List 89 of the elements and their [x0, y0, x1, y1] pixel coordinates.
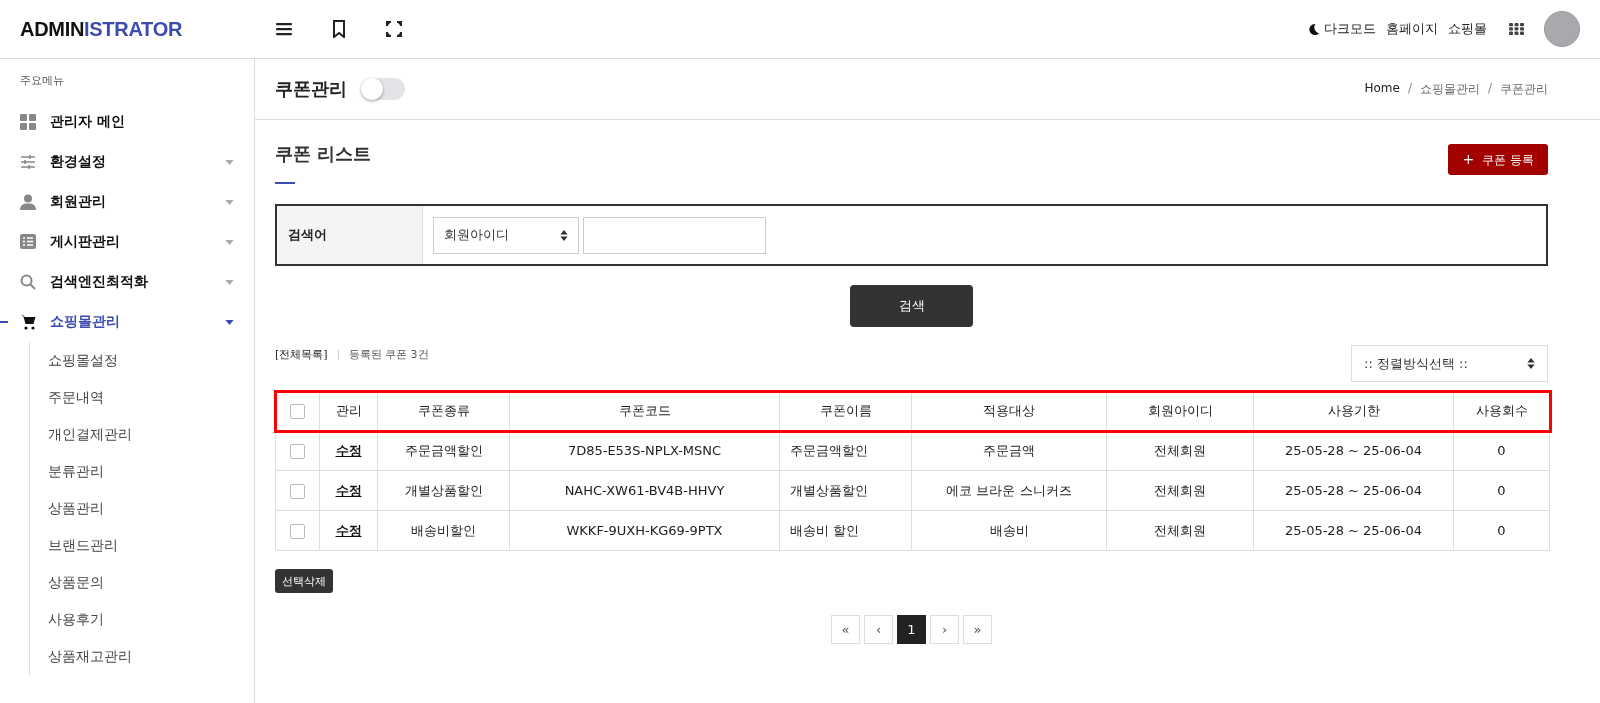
header-link[interactable]: 다크모드 [1307, 20, 1376, 38]
breadcrumb-link[interactable]: 쇼핑몰관리 [1419, 80, 1480, 98]
search-button[interactable]: 검색 [850, 285, 973, 327]
select-all-checkbox[interactable] [290, 404, 305, 419]
apps-grid-icon[interactable] [1509, 23, 1524, 35]
pagination-button[interactable]: › [930, 615, 959, 644]
sidebar-subitem[interactable]: 상품문의 [48, 564, 254, 601]
page-title: 쿠폰관리 [275, 77, 347, 101]
search-icon [20, 274, 36, 290]
sidebar-item[interactable]: 환경설정 [0, 142, 254, 182]
caret-icon [225, 199, 234, 205]
cart-icon [20, 314, 36, 330]
add-coupon-button[interactable]: + 쿠폰 등록 [1448, 144, 1548, 175]
edit-link[interactable]: 수정 [335, 482, 362, 498]
search-input[interactable] [583, 216, 766, 254]
breadcrumb-link[interactable]: Home [1364, 80, 1400, 98]
table-cell: 개별상품할인 [377, 470, 510, 511]
table-cell: 25-05-28 ~ 25-06-04 [1253, 430, 1454, 471]
table-cell: NAHC-XW61-BV4B-HHVY [509, 470, 780, 511]
table-cell: 주문금액 [911, 430, 1107, 471]
breadcrumb-link[interactable]: 쿠폰관리 [1500, 80, 1548, 98]
sidebar-subitem[interactable]: 개인결제관리 [48, 416, 254, 453]
user-icon [20, 194, 36, 210]
table-cell: 에코 브라운 스니커즈 [911, 470, 1107, 511]
caret-icon [225, 319, 234, 325]
pagination-button[interactable]: 1 [897, 615, 926, 644]
sidebar-item[interactable]: 회원관리 [0, 182, 254, 222]
header-link[interactable]: 홈페이지 [1386, 20, 1438, 38]
edit-link[interactable]: 수정 [335, 522, 362, 538]
pagination-button[interactable]: » [963, 615, 992, 644]
breadcrumb-separator: / [1407, 80, 1412, 97]
coupon-count: 등록된 쿠폰 3건 [348, 347, 429, 362]
sidebar-subitem[interactable]: 주문내역 [48, 379, 254, 416]
delete-selected-button[interactable]: 선택삭제 [275, 569, 333, 593]
fullscreen-icon[interactable] [386, 21, 402, 37]
toggle-switch[interactable] [361, 78, 405, 100]
logo-text[interactable]: ADMINISTRATOR [20, 17, 276, 41]
table-cell: 배송비할인 [377, 510, 510, 551]
caret-icon [225, 279, 234, 285]
table-cell: 0 [1453, 470, 1550, 511]
row-checkbox[interactable] [290, 483, 305, 499]
list-icon [20, 234, 36, 250]
table-cell: 개별상품할인 [779, 470, 912, 511]
bookmark-icon[interactable] [332, 20, 346, 38]
sidebar-subitem[interactable]: 쇼핑몰설정 [48, 342, 254, 379]
table-cell: 25-05-28 ~ 25-06-04 [1253, 470, 1454, 511]
search-label: 검색어 [277, 206, 423, 264]
moon-icon [1307, 22, 1320, 36]
sidebar-subitem[interactable]: 사용후기 [48, 601, 254, 638]
sidebar-subitem[interactable]: 상품관리 [48, 490, 254, 527]
sidebar-item[interactable]: 관리자 메인 [0, 102, 254, 142]
sidebar-subitem[interactable]: 브랜드관리 [48, 527, 254, 564]
sidebar-subitem[interactable]: 분류관리 [48, 453, 254, 490]
edit-link[interactable]: 수정 [335, 442, 362, 458]
table-cell: 배송비 할인 [779, 510, 912, 551]
search-type-select[interactable]: 회원아이디 [433, 216, 579, 254]
sort-select[interactable]: :: 정렬방식선택 :: [1351, 345, 1548, 382]
sidebar-subitem[interactable]: 상품재고관리 [48, 638, 254, 675]
all-list-link[interactable]: [전체목록] [275, 347, 328, 362]
grid-icon [20, 114, 36, 130]
menu-icon[interactable] [276, 22, 292, 36]
avatar-icon[interactable] [1544, 11, 1580, 47]
sidebar-item[interactable]: 쇼핑몰관리 [0, 302, 254, 342]
caret-icon [225, 159, 234, 165]
table-cell: 7D85-E53S-NPLX-MSNC [509, 430, 780, 471]
table-cell: 주문금액할인 [377, 430, 510, 471]
section-title: 쿠폰 리스트 [275, 142, 372, 166]
table-cell: 주문금액할인 [779, 430, 912, 471]
caret-icon [225, 239, 234, 245]
sort-arrows-icon [560, 229, 568, 241]
table-cell: WKKF-9UXH-KG69-9PTX [509, 510, 780, 551]
table-cell: 0 [1453, 510, 1550, 551]
row-checkbox[interactable] [290, 443, 305, 459]
row-checkbox[interactable] [290, 523, 305, 539]
table-cell: 0 [1453, 430, 1550, 471]
pagination-button[interactable]: « [831, 615, 860, 644]
table-cell: 25-05-28 ~ 25-06-04 [1253, 510, 1454, 551]
table-cell: 전체회원 [1106, 430, 1254, 471]
table-cell: 전체회원 [1106, 510, 1254, 551]
breadcrumb-separator: / [1487, 80, 1492, 97]
header-link[interactable]: 쇼핑몰 [1448, 20, 1487, 38]
table-cell: 전체회원 [1106, 470, 1254, 511]
sidebar-item[interactable]: 게시판관리 [0, 222, 254, 262]
sliders-icon [20, 154, 36, 170]
sidebar-item[interactable]: 검색엔진최적화 [0, 262, 254, 302]
table-cell: 배송비 [911, 510, 1107, 551]
pagination-button[interactable]: ‹ [864, 615, 893, 644]
sidebar-heading: 주요메뉴 [19, 73, 65, 88]
sort-arrows-icon [1527, 358, 1535, 369]
